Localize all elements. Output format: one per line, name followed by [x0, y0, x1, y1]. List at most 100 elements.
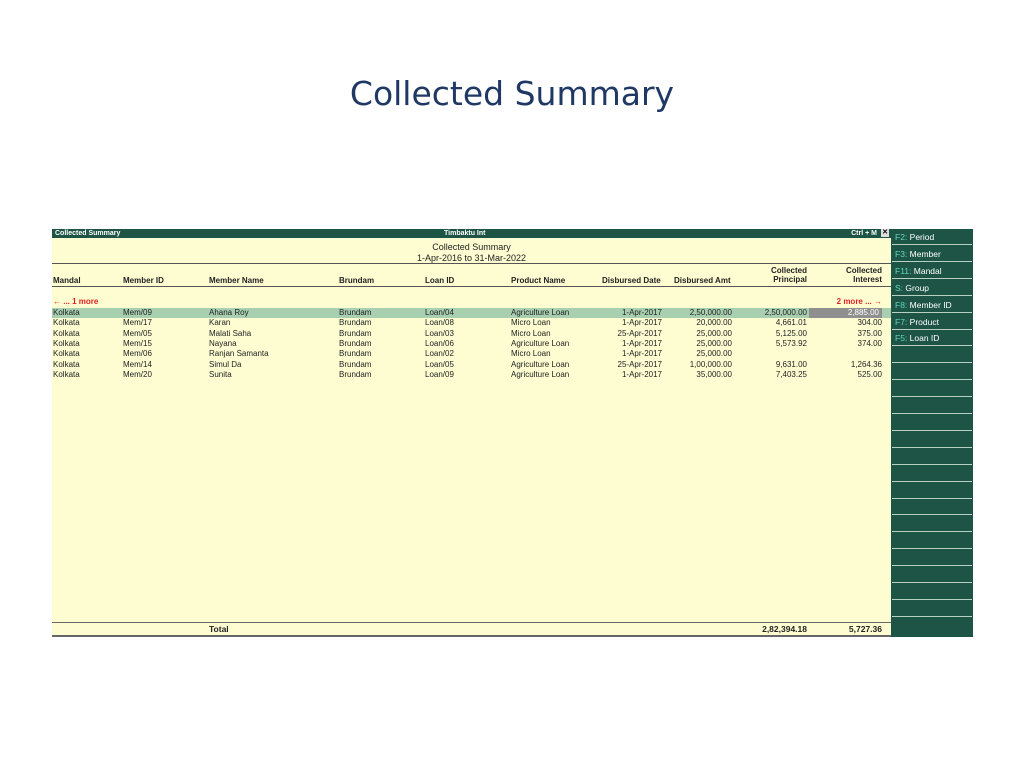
- cell-interest: 2,885.00: [809, 308, 882, 318]
- table-row[interactable]: Kolkata Mem/17 Karan Brundam Loan/08 Micro Lo…: [52, 318, 891, 328]
- cell-mandal: Kolkata: [53, 369, 80, 379]
- close-icon[interactable]: ✕: [881, 229, 889, 237]
- cell-product: Agriculture Loan: [511, 308, 570, 317]
- sidebar-empty-button: [892, 516, 972, 533]
- cell-member-name: Karan: [209, 318, 231, 328]
- cell-principal: 5,125.00: [775, 328, 807, 338]
- more-left-link[interactable]: ← ... 1 more: [53, 297, 98, 306]
- total-label: Total: [209, 624, 229, 634]
- cell-principal: 2,50,000.00: [764, 308, 807, 317]
- sidebar-label: Loan ID: [909, 333, 940, 344]
- cell-member-id: Mem/05: [123, 328, 152, 338]
- sidebar-key: F8: [895, 299, 905, 310]
- cell-date: 25-Apr-2017: [617, 328, 662, 338]
- cell-member-id: Mem/15: [123, 338, 152, 348]
- cell-interest: 304.00: [857, 318, 882, 328]
- sidebar-empty-button: [892, 567, 972, 583]
- table-row[interactable]: Kolkata Mem/15 Nayana Brundam Loan/06 Agricul…: [52, 339, 891, 349]
- cell-brundam: Brundam: [339, 328, 372, 338]
- cell-mandal: Kolkata: [53, 349, 80, 359]
- cell-loan-id: Loan/09: [425, 369, 454, 379]
- report-header: Collected Summary 1-Apr-2016 to 31-Mar-2…: [52, 242, 891, 264]
- header-top-rule: [52, 263, 891, 264]
- col-header-member-id: Member ID: [123, 276, 164, 285]
- table-row[interactable]: Kolkata Mem/06 Ranjan Samanta Brundam Loan/0…: [52, 349, 891, 359]
- cell-member-name: Ahana Roy: [209, 308, 249, 317]
- cell-principal: 9,631.00: [775, 359, 807, 369]
- cell-date: 1-Apr-2017: [621, 349, 662, 359]
- cell-principal: 7,403.25: [775, 369, 807, 379]
- cell-member-id: Mem/20: [123, 369, 152, 379]
- sidebar-label: Member: [909, 248, 941, 259]
- cell-interest: 374.00: [857, 338, 882, 348]
- more-right-link[interactable]: 2 more ... →: [837, 297, 882, 306]
- sidebar-key: F5: [895, 333, 905, 344]
- cell-principal: 4,661.01: [775, 318, 807, 328]
- col-header-brundam: Brundam: [339, 276, 375, 285]
- cell-brundam: Brundam: [339, 359, 372, 369]
- cell-mandal: Kolkata: [53, 338, 80, 348]
- sidebar-button-product[interactable]: F7: Product: [892, 314, 972, 330]
- table-row[interactable]: Kolkata Mem/05 Malati Saha Brundam Loan/03 Mi…: [52, 329, 891, 339]
- sidebar-button-mandal[interactable]: F11: Mandal: [892, 263, 972, 279]
- col-header-collected-interest-line1: Collected: [845, 266, 882, 275]
- window-titlebar: Collected Summary Timbaktu Int Ctrl + M …: [52, 229, 891, 238]
- sidebar-empty-button: [892, 364, 972, 381]
- table-row[interactable]: Kolkata Mem/14 Simul Da Brundam Loan/05 Agric…: [52, 360, 891, 370]
- col-header-collected-principal: Collected Principal: [757, 266, 807, 284]
- sidebar-empty-button: [892, 550, 972, 567]
- cell-brundam: Brundam: [339, 349, 372, 359]
- sidebar-label: Mandal: [913, 265, 942, 276]
- cell-member-name: Nayana: [209, 338, 237, 348]
- sidebar-button-group[interactable]: S: Group: [892, 280, 972, 296]
- total-principal: 2,82,394.18: [762, 624, 807, 634]
- cell-amt: 2,50,000.00: [689, 308, 732, 317]
- sidebar-key: F7: [895, 316, 905, 327]
- col-header-disbursed-date: Disbursed Date: [602, 276, 661, 285]
- cell-loan-id: Loan/08: [425, 318, 454, 328]
- col-header-member-name: Member Name: [209, 276, 264, 285]
- cell-member-name: Malati Saha: [209, 328, 252, 338]
- total-row: Total 2,82,394.18 5,727.36: [52, 623, 891, 635]
- table-row[interactable]: Kolkata Mem/20 Sunita Brundam Loan/09 Agricul…: [52, 370, 891, 380]
- cell-amt: 35,000.00: [696, 369, 732, 379]
- sidebar-button-period[interactable]: F2: Period: [892, 229, 972, 245]
- sidebar-button-loan-id[interactable]: F5: Loan ID: [892, 330, 972, 347]
- sidebar-key: F3: [895, 248, 905, 259]
- cell-mandal: Kolkata: [53, 318, 80, 328]
- cell-member-name: Simul Da: [209, 359, 242, 369]
- col-header-mandal: Mandal: [53, 276, 81, 285]
- sidebar-empty-button: [892, 432, 972, 448]
- sidebar-empty-button: [892, 347, 972, 364]
- cell-date: 1-Apr-2017: [621, 318, 662, 328]
- cell-member-name: Ranjan Samanta: [209, 349, 269, 359]
- cell-amt: 25,000.00: [696, 349, 732, 359]
- cell-loan-id: Loan/06: [425, 338, 454, 348]
- sidebar-key: F2: [895, 232, 905, 242]
- cell-mandal: Kolkata: [53, 328, 80, 338]
- cell-mandal: Kolkata: [53, 359, 80, 369]
- table-row[interactable]: Kolkata Mem/09 Ahana Roy Brundam Loan/04 Agri…: [52, 308, 891, 318]
- cell-loan-id: Loan/02: [425, 349, 454, 359]
- cell-date: 25-Apr-2017: [617, 359, 662, 369]
- cell-mandal: Kolkata: [53, 308, 80, 317]
- cell-brundam: Brundam: [339, 338, 372, 348]
- shortcut-hint[interactable]: Ctrl + M: [851, 229, 877, 238]
- cell-product: Micro Loan: [511, 328, 551, 338]
- total-bottom-rule: [52, 635, 891, 637]
- sidebar-button-member-id[interactable]: F8: Member ID: [892, 297, 972, 313]
- sidebar-empty-button: [892, 533, 972, 550]
- sidebar-label: Group: [905, 282, 930, 293]
- sidebar-empty-button: [892, 584, 972, 600]
- window-title: Collected Summary: [55, 230, 121, 237]
- sidebar-empty-button: [892, 483, 972, 499]
- sidebar-button-member[interactable]: F3: Member: [892, 246, 972, 262]
- sidebar-label: Product: [909, 316, 939, 327]
- col-header-loan-id: Loan ID: [425, 276, 455, 285]
- sidebar-empty-button: [892, 381, 972, 398]
- cell-member-id: Mem/14: [123, 359, 152, 369]
- sidebar-empty-button: [892, 601, 972, 617]
- cell-member-name: Sunita: [209, 369, 232, 379]
- cell-principal: 5,573.92: [775, 338, 807, 348]
- cell-brundam: Brundam: [339, 369, 372, 379]
